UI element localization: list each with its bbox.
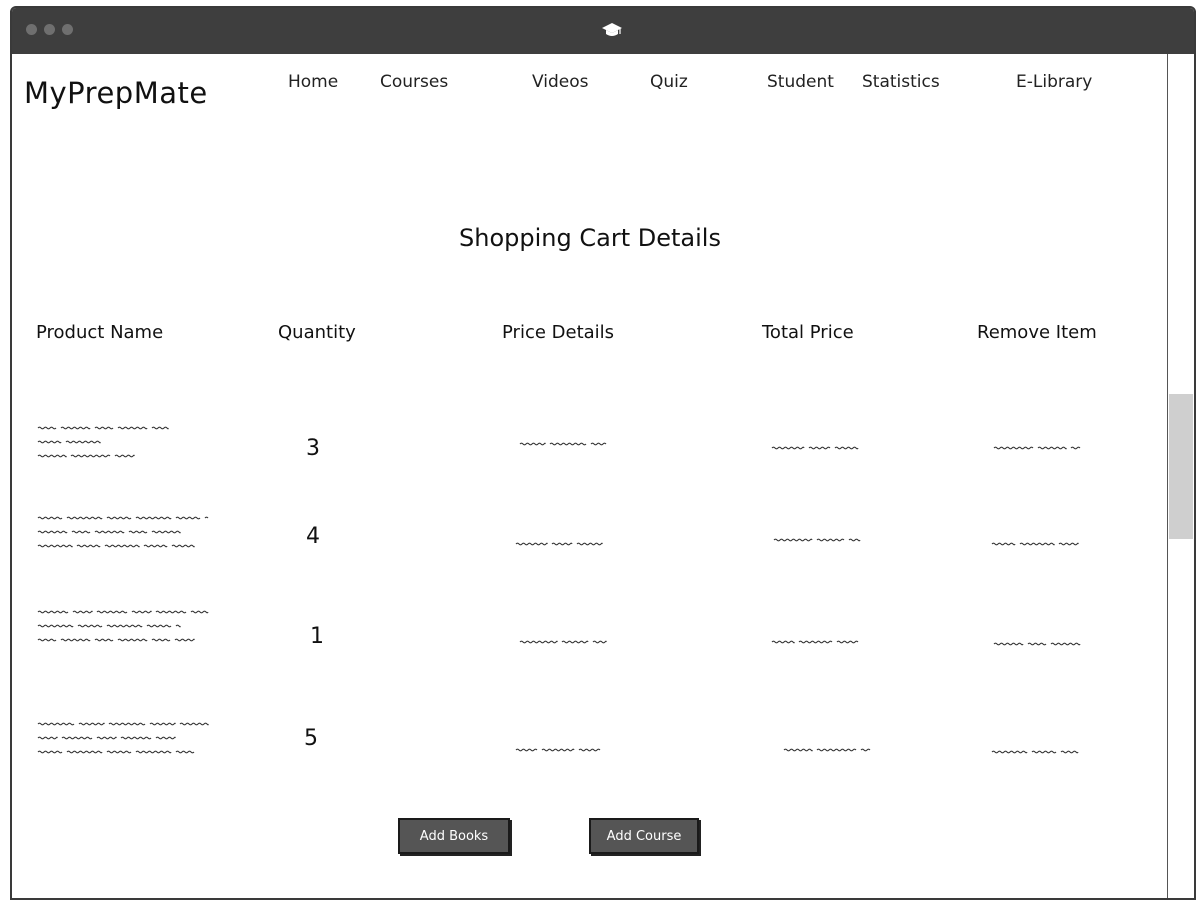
- remove-item-placeholder[interactable]: [993, 442, 1084, 456]
- graduation-cap-icon: [602, 23, 622, 36]
- squiggle-line: [37, 530, 181, 534]
- add-books-button[interactable]: Add Books: [398, 818, 510, 854]
- squiggle-line: [519, 442, 607, 446]
- app-logo[interactable]: MyPrepMate: [24, 76, 208, 110]
- nav-quiz[interactable]: Quiz: [650, 72, 688, 92]
- title-bar: [12, 8, 1194, 54]
- window-close-dot[interactable]: [26, 24, 37, 35]
- squiggle-line: [37, 454, 135, 458]
- price-details-placeholder: [515, 542, 603, 546]
- squiggle-line: [515, 748, 601, 752]
- nav-courses[interactable]: Courses: [380, 72, 448, 92]
- quantity-value: 5: [304, 726, 318, 751]
- squiggle-line: [993, 446, 1081, 450]
- squiggle-line: [771, 446, 859, 450]
- total-price-placeholder: [773, 538, 861, 542]
- quantity-value: 3: [306, 436, 320, 461]
- col-header-price-details: Price Details: [502, 322, 615, 343]
- squiggle-line: [37, 610, 209, 614]
- product-name-placeholder: [37, 426, 169, 458]
- product-name-placeholder: [37, 516, 209, 548]
- col-header-remove-item: Remove Item: [977, 322, 1097, 343]
- nav-home[interactable]: Home: [288, 72, 338, 92]
- squiggle-line: [37, 426, 169, 430]
- window-maximize-dot[interactable]: [62, 24, 73, 35]
- squiggle-line: [991, 542, 1079, 546]
- window-minimize-dot[interactable]: [44, 24, 55, 35]
- price-details-placeholder: [519, 640, 607, 644]
- col-header-product-name: Product Name: [36, 322, 164, 343]
- product-name-placeholder: [37, 610, 209, 642]
- scrollbar-thumb[interactable]: [1169, 394, 1193, 539]
- total-price-placeholder: [783, 748, 871, 752]
- add-course-button[interactable]: Add Course: [589, 818, 699, 854]
- squiggle-line: [37, 624, 181, 628]
- squiggle-line: [37, 638, 195, 642]
- browser-window: MyPrepMate Home Courses Videos Quiz Stud…: [10, 6, 1196, 900]
- squiggle-line: [771, 640, 859, 644]
- nav-statistics[interactable]: Statistics: [862, 72, 940, 92]
- squiggle-line: [37, 440, 101, 444]
- squiggle-line: [37, 544, 195, 548]
- nav-elibrary[interactable]: E-Library: [1016, 72, 1092, 92]
- product-name-placeholder: [37, 722, 209, 754]
- vertical-scrollbar[interactable]: [1167, 54, 1194, 898]
- squiggle-line: [519, 640, 607, 644]
- remove-item-placeholder[interactable]: [991, 538, 1082, 552]
- squiggle-line: [991, 750, 1079, 754]
- price-details-placeholder: [519, 442, 607, 446]
- nav-videos[interactable]: Videos: [532, 72, 589, 92]
- col-header-quantity: Quantity: [278, 322, 356, 343]
- remove-item-placeholder[interactable]: [993, 638, 1084, 652]
- price-details-placeholder: [515, 748, 601, 752]
- total-price-placeholder: [771, 640, 859, 644]
- squiggle-line: [515, 542, 603, 546]
- squiggle-line: [993, 642, 1081, 646]
- squiggle-line: [783, 748, 871, 752]
- squiggle-line: [37, 722, 209, 726]
- nav-student[interactable]: Student: [767, 72, 834, 92]
- remove-item-placeholder[interactable]: [991, 746, 1082, 760]
- page-title: Shopping Cart Details: [459, 224, 721, 252]
- squiggle-line: [773, 538, 861, 542]
- squiggle-line: [37, 750, 195, 754]
- quantity-value: 1: [310, 624, 324, 649]
- total-price-placeholder: [771, 446, 859, 450]
- quantity-value: 4: [306, 524, 320, 549]
- col-header-total-price: Total Price: [762, 322, 854, 343]
- squiggle-line: [37, 516, 209, 520]
- page-content: MyPrepMate Home Courses Videos Quiz Stud…: [12, 54, 1194, 898]
- squiggle-line: [37, 736, 176, 740]
